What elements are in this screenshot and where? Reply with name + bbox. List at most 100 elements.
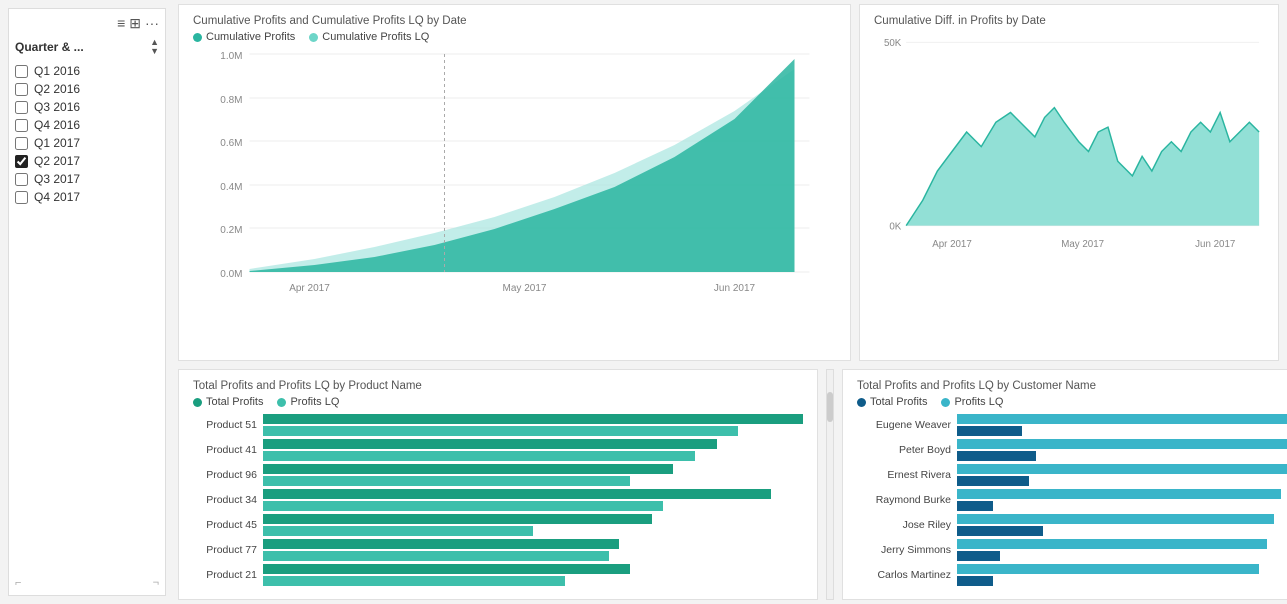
sidebar-item-q22016[interactable]: Q2 2016 — [15, 80, 159, 98]
customer-bar-row: Ernest Rivera — [857, 464, 1287, 486]
profit-bar — [263, 539, 619, 549]
product-chart: Total Profits and Profits LQ by Product … — [178, 369, 818, 600]
top-row: Cumulative Profits and Cumulative Profit… — [178, 4, 1279, 361]
cumulative-profits-label: Cumulative Profits — [206, 31, 295, 43]
svg-text:50K: 50K — [884, 38, 902, 49]
customer-legend: Total Profits Profits LQ — [857, 396, 1287, 408]
product-bar-label: Product 41 — [193, 444, 263, 456]
sidebar-label-4: Q1 2017 — [34, 136, 80, 150]
svg-text:0K: 0K — [889, 221, 901, 232]
lq-bar — [263, 576, 565, 586]
svg-text:0.0M: 0.0M — [220, 269, 242, 280]
lq-bar — [263, 451, 695, 461]
product-bar-row: Product 41 — [193, 439, 803, 461]
legend-cumulative-profits: Cumulative Profits — [193, 31, 295, 43]
product-bar-row: Product 45 — [193, 514, 803, 536]
customer-lq-bar — [957, 414, 1287, 424]
product-chart-title: Total Profits and Profits LQ by Product … — [193, 380, 803, 392]
sidebar-label-5: Q2 2017 — [34, 154, 80, 168]
sidebar-label-2: Q3 2016 — [34, 100, 80, 114]
customer-total-profits-dot — [857, 398, 866, 407]
customer-bar-row: Carlos Martinez — [857, 564, 1287, 586]
customer-profit-bar — [957, 576, 993, 586]
legend-customer-lq: Profits LQ — [941, 396, 1003, 408]
sort-chevrons[interactable]: ▲▼ — [150, 38, 159, 56]
total-profits-label: Total Profits — [206, 396, 263, 408]
scrollbar-thumb[interactable] — [827, 392, 833, 422]
legend-total-profits: Total Profits — [193, 396, 263, 408]
sidebar-title: Quarter & ... — [15, 40, 84, 54]
product-legend: Total Profits Profits LQ — [193, 396, 803, 408]
customer-lq-bar — [957, 464, 1287, 474]
svg-text:May 2017: May 2017 — [503, 283, 547, 294]
sidebar-checkbox-2[interactable] — [15, 101, 28, 114]
svg-text:0.6M: 0.6M — [220, 138, 242, 149]
customer-bars: Eugene Weaver Peter Boyd Ernest Rivera Raym… — [857, 414, 1287, 589]
customer-total-profits-label: Total Profits — [870, 396, 927, 408]
total-profits-dot — [193, 398, 202, 407]
customer-bar-label: Peter Boyd — [857, 444, 957, 456]
customer-profit-bar — [957, 551, 1000, 561]
sidebar-checkbox-5[interactable] — [15, 155, 28, 168]
cumulative-lq-dot — [309, 33, 318, 42]
customer-bar-label: Jerry Simmons — [857, 544, 957, 556]
sidebar-item-q22017[interactable]: Q2 2017 — [15, 152, 159, 170]
customer-lq-bar — [957, 439, 1287, 449]
profit-bar — [263, 414, 803, 424]
svg-text:0.2M: 0.2M — [220, 225, 242, 236]
sidebar-item-q42017[interactable]: Q4 2017 — [15, 188, 159, 206]
customer-bar-label: Raymond Burke — [857, 494, 957, 506]
customer-bar-container — [957, 489, 1287, 511]
profits-lq-label: Profits LQ — [290, 396, 339, 408]
table-icon[interactable]: ⊞ — [129, 15, 141, 32]
product-bars: Product 51 Product 41 Product 96 Product 34… — [193, 414, 803, 589]
cumulative-diff-chart: Cumulative Diff. in Profits by Date 50K … — [859, 4, 1279, 361]
main-content: Cumulative Profits and Cumulative Profit… — [174, 0, 1287, 604]
sidebar-item-q12017[interactable]: Q1 2017 — [15, 134, 159, 152]
sidebar-checkbox-1[interactable] — [15, 83, 28, 96]
svg-text:Jun 2017: Jun 2017 — [1195, 239, 1235, 250]
product-bar-container — [263, 414, 803, 436]
sidebar-checkbox-4[interactable] — [15, 137, 28, 150]
customer-bar-row: Raymond Burke — [857, 489, 1287, 511]
sidebar-toolbar: ≡ ⊞ ··· — [15, 15, 159, 32]
product-bar-label: Product 96 — [193, 469, 263, 481]
svg-text:Apr 2017: Apr 2017 — [932, 239, 972, 250]
svg-text:Apr 2017: Apr 2017 — [289, 283, 330, 294]
customer-lq-bar — [957, 564, 1259, 574]
hamburger-icon[interactable]: ≡ — [117, 15, 125, 32]
customer-bar-container — [957, 464, 1287, 486]
sidebar-item-q42016[interactable]: Q4 2016 — [15, 116, 159, 134]
product-bar-row: Product 51 — [193, 414, 803, 436]
lq-bar — [263, 526, 533, 536]
customer-bar-row: Eugene Weaver — [857, 414, 1287, 436]
profit-bar — [263, 514, 652, 524]
lq-bar — [263, 501, 663, 511]
product-bar-row: Product 96 — [193, 464, 803, 486]
customer-profit-bar — [957, 526, 1043, 536]
resize-handle-right: ¬ — [153, 577, 159, 589]
customer-chart-title: Total Profits and Profits LQ by Customer… — [857, 380, 1287, 392]
svg-text:1.0M: 1.0M — [220, 51, 242, 62]
cumulative-chart-title: Cumulative Profits and Cumulative Profit… — [193, 15, 836, 27]
sidebar-header: Quarter & ... ▲▼ — [15, 38, 159, 56]
sidebar-label-1: Q2 2016 — [34, 82, 80, 96]
profit-area — [250, 59, 795, 272]
cumulative-lq-label: Cumulative Profits LQ — [322, 31, 429, 43]
legend-customer-total-profits: Total Profits — [857, 396, 927, 408]
customer-bar-row: Peter Boyd — [857, 439, 1287, 461]
sidebar-item-q12016[interactable]: Q1 2016 — [15, 62, 159, 80]
sidebar-label-0: Q1 2016 — [34, 64, 80, 78]
scrollbar[interactable] — [826, 369, 834, 600]
sidebar-item-q32016[interactable]: Q3 2016 — [15, 98, 159, 116]
sidebar-checkbox-0[interactable] — [15, 65, 28, 78]
diff-chart-title: Cumulative Diff. in Profits by Date — [874, 15, 1264, 27]
profit-bar — [263, 464, 673, 474]
sidebar-checkbox-7[interactable] — [15, 191, 28, 204]
cumulative-profits-chart: Cumulative Profits and Cumulative Profit… — [178, 4, 851, 361]
sidebar-checkbox-6[interactable] — [15, 173, 28, 186]
more-icon[interactable]: ··· — [145, 15, 159, 32]
sidebar-item-q32017[interactable]: Q3 2017 — [15, 170, 159, 188]
sidebar-checkbox-3[interactable] — [15, 119, 28, 132]
product-bar-row: Product 34 — [193, 489, 803, 511]
